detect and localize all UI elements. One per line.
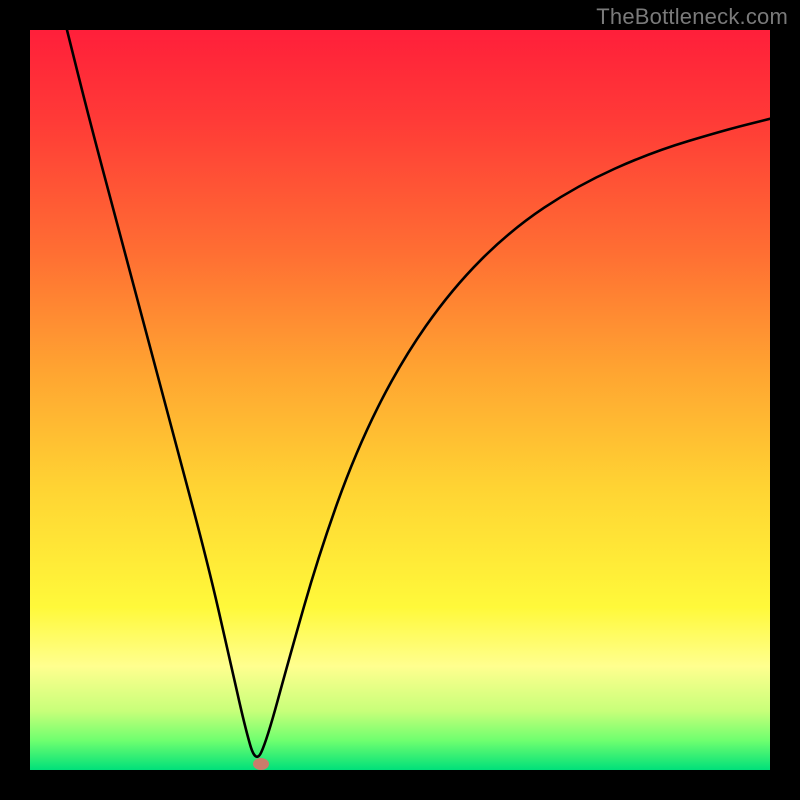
chart-frame: TheBottleneck.com <box>0 0 800 800</box>
watermark: TheBottleneck.com <box>596 4 788 30</box>
curve-path <box>67 30 770 757</box>
optimum-marker <box>253 758 269 770</box>
bottleneck-curve <box>30 30 770 770</box>
plot-area <box>30 30 770 770</box>
